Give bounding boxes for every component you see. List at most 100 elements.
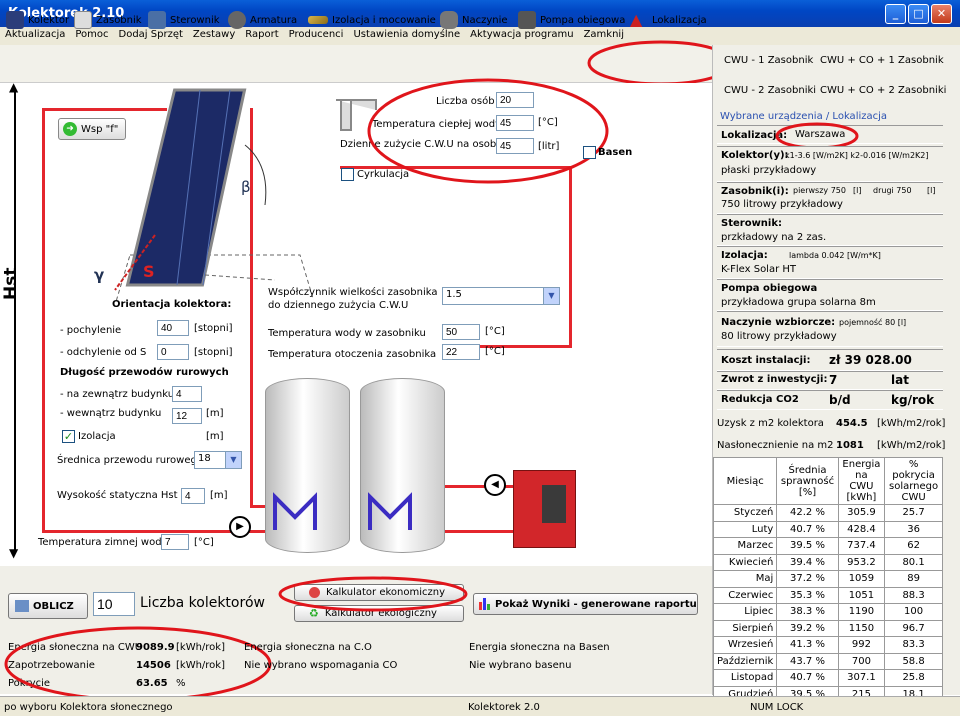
table-row: Sierpień 39.2 % 1150 96.7 (712, 619, 943, 637)
amb-temp-input[interactable] (442, 344, 480, 360)
table-cell: 62 (884, 537, 943, 555)
diameter-select[interactable]: 18 ▼ (194, 451, 242, 469)
yield-label: Uzysk z m2 kolektora (717, 418, 824, 429)
deviation-input[interactable] (157, 344, 189, 360)
insulation-icon (308, 16, 328, 24)
table-cell: 83.3 (884, 636, 943, 654)
table-row: Kwiecień 39.4 % 953.2 80.1 (712, 553, 943, 571)
maximize-button[interactable]: □ (908, 4, 929, 24)
config-cwu-co2[interactable]: CWU + CO + 2 Zasobniki (820, 85, 946, 96)
close-button[interactable]: ✕ (931, 4, 952, 24)
amb-temp-unit: [°C] (485, 346, 505, 357)
table-cell: Listopad (712, 669, 778, 687)
toolbar-izolacja[interactable]: Izolacja i mocowanie (308, 9, 436, 31)
pump-icon (518, 11, 536, 29)
collectors-count-input[interactable] (93, 592, 135, 616)
pipe-left (42, 108, 45, 533)
co2-panel: Redukcja CO2 b/d kg/rok (717, 390, 943, 410)
tank-temp-input[interactable] (442, 324, 480, 340)
minimize-button[interactable]: _ (885, 4, 906, 24)
table-cell: Sierpień (712, 619, 778, 637)
wsp-f-button[interactable]: ➜ Wsp "f" (58, 118, 126, 140)
inside-label: - wewnątrz budynku (60, 408, 162, 419)
table-cell: 35.3 % (776, 586, 839, 604)
oblicz-button[interactable]: OBLICZ (8, 593, 88, 619)
hst-label: Hst (1, 267, 21, 300)
table-cell: Kwiecień (712, 553, 778, 571)
tank-temp-label: Temperatura wody w zasobniku (268, 328, 426, 339)
coil-1 (273, 492, 317, 530)
vessel-panel: Naczynie wzbiorcze: pojemność 80 [l] 80 … (717, 311, 943, 347)
coef-select[interactable]: 1.5 ▼ (442, 287, 560, 305)
insulation-panel: Izolacja: lambda 0.042 [W/m*K] K-Flex So… (717, 246, 943, 279)
insulation-unit: [m] (206, 431, 224, 442)
collectors-count-label: Liczba kolektorów (140, 595, 265, 611)
table-cell: Czerwiec (712, 586, 778, 604)
outside-input[interactable] (172, 386, 202, 402)
vessel-icon (440, 11, 458, 29)
pump-left-icon: ▶ (229, 516, 251, 538)
coef-label-1: Współczynnik wielkości zasobnika (268, 287, 438, 298)
chevron-down-icon: ▼ (543, 288, 559, 304)
yield-value: 454.5 (836, 418, 868, 429)
orientation-title: Orientacja kolektora: (112, 299, 232, 310)
toolbar-armatura[interactable]: Armatura (228, 9, 297, 31)
static-unit: [m] (210, 490, 228, 501)
col-header-coverage: % pokrycia solarnego CWU (884, 457, 943, 505)
cyrkulacja-checkbox[interactable] (341, 168, 354, 181)
calculator-icon (15, 600, 29, 612)
deviation-unit: [stopni] (194, 347, 233, 358)
collector-panel: Kolektor(y): k1-3.6 [W/m2K] k2-0.016 [W/… (717, 146, 943, 182)
basen-label: Basen (598, 147, 633, 158)
diameter-label: Średnica przewodu rurowego (57, 455, 203, 466)
config-cwu2[interactable]: CWU - 2 Zasobniki (724, 85, 816, 96)
toolbar-kolektor[interactable]: Kolektor (6, 9, 69, 31)
table-cell: Luty (712, 520, 778, 538)
chevron-down-icon: ▼ (225, 452, 241, 468)
table-cell: 307.1 (837, 669, 886, 687)
table-cell: 39.2 % (776, 619, 839, 637)
col-header-energy: Energia na CWU [kWh] (837, 457, 886, 505)
pipe-hot-right (569, 166, 572, 346)
table-cell: 43.7 % (776, 652, 839, 670)
config-cwu1[interactable]: CWU - 1 Zasobnik (724, 55, 813, 66)
valve-icon (228, 11, 246, 29)
cold-input[interactable] (161, 534, 189, 550)
col-header-month: Miesiąc (712, 457, 778, 505)
table-row: Maj 37.2 % 1059 89 (712, 570, 943, 588)
table-cell: Wrzesień (712, 636, 778, 654)
toolbar-pompa[interactable]: Pompa obiegowa (518, 9, 625, 31)
static-input[interactable] (181, 488, 205, 504)
toolbar-naczynie[interactable]: Naczynie (440, 9, 508, 31)
cost-value: zł 39 028.00 (829, 353, 912, 367)
toolbar-zasobnik[interactable]: Zasobnik (74, 9, 142, 31)
table-row: Lipiec 38.3 % 1190 100 (712, 603, 943, 621)
insulation-checkbox[interactable]: ✓ (62, 430, 75, 443)
table-cell: 41.3 % (776, 636, 839, 654)
table-cell: 88.3 (884, 586, 943, 604)
toolbar-sterownik[interactable]: Sterownik (148, 9, 220, 31)
toolbar-lokalizacja[interactable]: ▲ Lokalizacja (630, 9, 707, 31)
tilt-label: - pochylenie (60, 325, 122, 336)
insol-value: 1081 (836, 440, 864, 451)
e-pool-note: Nie wybrano basenu (469, 660, 572, 671)
table-cell: 25.8 (884, 669, 943, 687)
pump-right-icon: ◀ (484, 474, 506, 496)
coef-label-2: do dziennego zużycia C.W.U (268, 300, 409, 311)
basen-checkbox[interactable] (583, 146, 596, 159)
gamma-label: γ (94, 266, 105, 284)
insulation-checkbox-label: Izolacja (78, 431, 116, 442)
inside-input[interactable] (172, 408, 202, 424)
coil-2 (368, 492, 412, 530)
table-cell: 96.7 (884, 619, 943, 637)
table-cell: 58.8 (884, 652, 943, 670)
report-button[interactable]: Pokaż Wyniki - generowane raportu (473, 593, 698, 615)
chart-icon (479, 598, 490, 610)
arrow-right-icon: ➜ (63, 122, 77, 136)
collector-image (114, 88, 315, 300)
config-cwu-co1[interactable]: CWU + CO + 1 Zasobnik (820, 55, 944, 66)
table-cell: 428.4 (837, 520, 886, 538)
tilt-input[interactable] (157, 320, 189, 336)
status-mid: Kolektorek 2.0 (468, 702, 540, 713)
e-co-note: Nie wybrano wspomagania CO (244, 660, 398, 671)
